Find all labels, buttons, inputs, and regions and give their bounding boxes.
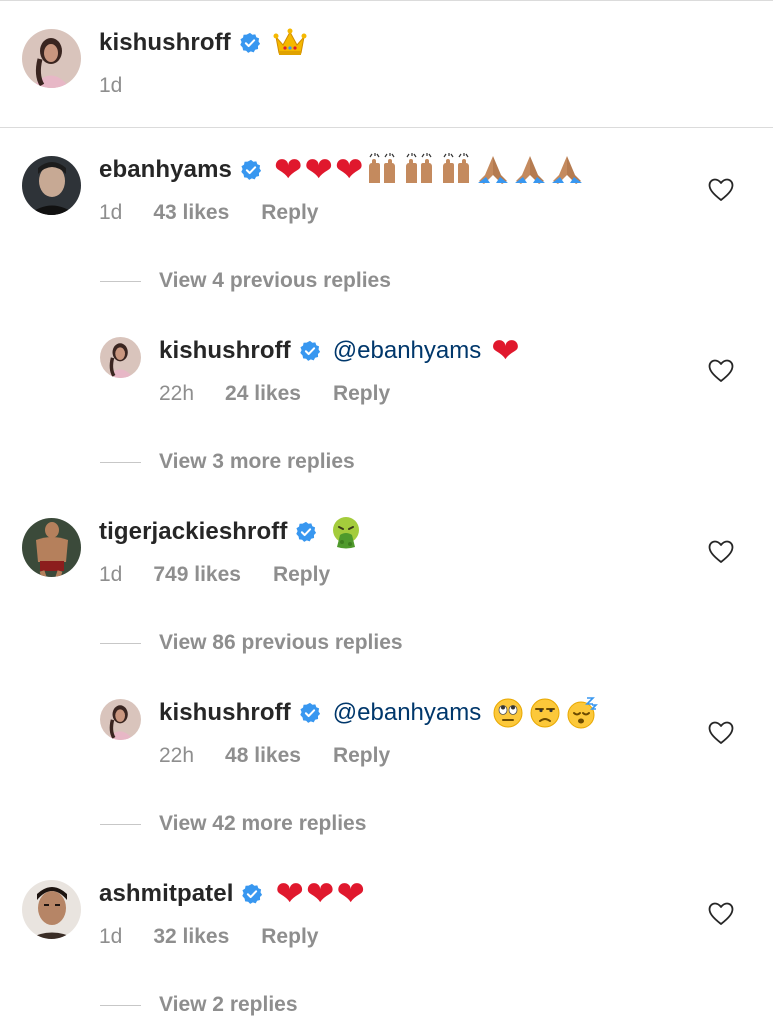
reply-button[interactable]: Reply (333, 382, 390, 406)
view-replies-button[interactable]: View 42 more replies (100, 810, 366, 838)
folded-hands-emoji-icon (513, 153, 547, 187)
likes-count[interactable]: 32 likes (153, 925, 229, 949)
like-heart-icon[interactable] (708, 721, 734, 745)
top-divider (0, 0, 773, 1)
verified-badge-icon (299, 340, 321, 362)
raised-hands-emoji-icon (439, 153, 473, 187)
crown-emoji-icon (273, 26, 307, 60)
reply-thread-line (100, 1004, 141, 1006)
reply-button[interactable]: Reply (261, 925, 318, 949)
heart-emoji: ❤ (305, 874, 335, 914)
avatar[interactable] (22, 29, 81, 88)
like-heart-icon[interactable] (708, 902, 734, 926)
likes-count[interactable]: 749 likes (153, 563, 241, 587)
comment-header: ashmitpatel ❤ ❤ ❤ (99, 874, 367, 914)
mention-link[interactable]: @ebanhyams (333, 337, 481, 365)
view-replies-label: View 2 replies (159, 993, 298, 1016)
timestamp: 1d (99, 201, 123, 224)
view-replies-label: View 3 more replies (159, 450, 355, 473)
like-heart-icon[interactable] (708, 178, 734, 202)
verified-badge-icon (299, 702, 321, 724)
reply-button[interactable]: Reply (333, 744, 390, 768)
comment-header: tigerjackieshroff (99, 512, 366, 552)
timestamp: 1d (99, 925, 123, 948)
reply-thread-line (100, 280, 141, 282)
vomiting-face-emoji-icon (329, 515, 363, 549)
raised-hands-emoji-icon (402, 153, 436, 187)
username[interactable]: kishushroff (159, 337, 291, 365)
eye-roll-face-emoji-icon (491, 696, 525, 730)
likes-count[interactable]: 43 likes (153, 201, 229, 225)
view-replies-button[interactable]: View 2 replies (100, 991, 298, 1019)
avatar[interactable] (100, 699, 141, 740)
reply-button[interactable]: Reply (261, 201, 318, 225)
reply-button[interactable]: Reply (273, 563, 330, 587)
avatar[interactable] (100, 337, 141, 378)
view-replies-button[interactable]: View 3 more replies (100, 448, 355, 476)
unamused-face-emoji-icon (528, 696, 562, 730)
like-heart-icon[interactable] (708, 540, 734, 564)
heart-emoji: ❤ (336, 874, 365, 914)
reply-thread-line (100, 461, 141, 463)
comment-meta: 22h 24 likes Reply (159, 380, 390, 408)
verified-badge-icon (241, 883, 263, 905)
username[interactable]: ebanhyams (99, 156, 232, 184)
heart-emoji: ❤ (334, 150, 364, 190)
username[interactable]: ashmitpatel (99, 880, 233, 908)
comment-header: kishushroff @ebanhyams (159, 693, 602, 733)
comment-header: ebanhyams ❤ ❤ ❤ (99, 150, 587, 190)
heart-emoji: ❤ (273, 150, 303, 190)
verified-badge-icon (239, 32, 261, 54)
avatar[interactable] (22, 156, 81, 215)
reply-thread-line (100, 823, 141, 825)
timestamp: 1d (99, 563, 123, 586)
reply-thread-line (100, 642, 141, 644)
comment-meta: 1d 32 likes Reply (99, 923, 318, 951)
mention-link[interactable]: @ebanhyams (333, 699, 481, 727)
caption-header: kishushroff (99, 23, 310, 63)
avatar[interactable] (22, 880, 81, 939)
comments-screen: kishushroff 1d ebanhyams ❤ ❤ ❤ 1d 43 lik… (0, 0, 773, 1024)
folded-hands-emoji-icon (550, 153, 584, 187)
heart-emoji: ❤ (491, 331, 520, 371)
username[interactable]: tigerjackieshroff (99, 518, 287, 546)
heart-emoji: ❤ (304, 150, 333, 190)
comment-meta: 1d 43 likes Reply (99, 199, 318, 227)
raised-hands-emoji-icon (365, 153, 399, 187)
username[interactable]: kishushroff (99, 29, 231, 57)
view-replies-label: View 42 more replies (159, 812, 367, 835)
verified-badge-icon (295, 521, 317, 543)
likes-count[interactable]: 48 likes (225, 744, 301, 768)
view-replies-label: View 4 previous replies (159, 269, 391, 292)
timestamp: 22h (159, 744, 195, 767)
view-replies-button[interactable]: View 4 previous replies (100, 267, 391, 295)
likes-count[interactable]: 24 likes (225, 382, 301, 406)
like-heart-icon[interactable] (708, 359, 734, 383)
username[interactable]: kishushroff (159, 699, 291, 727)
comment-meta: 22h 48 likes Reply (159, 742, 390, 770)
comment-meta: 1d 749 likes Reply (99, 561, 330, 589)
view-replies-label: View 86 previous replies (159, 631, 403, 654)
verified-badge-icon (240, 159, 262, 181)
comment-header: kishushroff @ebanhyams ❤ (159, 331, 522, 371)
view-replies-button[interactable]: View 86 previous replies (100, 629, 403, 657)
caption-meta: 1d (99, 72, 122, 100)
folded-hands-emoji-icon (476, 153, 510, 187)
timestamp: 22h (159, 382, 195, 405)
sleeping-face-emoji-icon (565, 696, 599, 730)
heart-emoji: ❤ (275, 874, 304, 914)
avatar[interactable] (22, 518, 81, 577)
caption-divider (0, 127, 773, 128)
timestamp: 1d (99, 74, 123, 97)
